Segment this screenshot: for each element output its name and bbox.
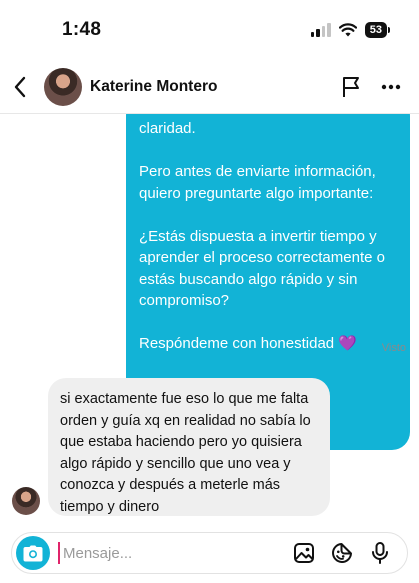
- chevron-left-icon: [14, 76, 26, 97]
- chat-header: Katerine Montero: [0, 60, 419, 114]
- gallery-button[interactable]: [285, 535, 323, 571]
- status-bar: 1:48 53: [0, 0, 419, 60]
- signal-icon: [310, 23, 331, 37]
- flag-icon: [343, 76, 359, 97]
- image-icon: [294, 543, 314, 563]
- sender-avatar[interactable]: [12, 487, 40, 515]
- seen-status: Visto: [381, 342, 406, 354]
- message-text: ¿Estás dispuesta a invertir tiempo y apr…: [139, 227, 385, 310]
- microphone-icon: [372, 542, 388, 564]
- report-button[interactable]: [331, 67, 371, 107]
- message-text: Respóndeme con honestidad 💜: [139, 335, 357, 352]
- sticker-button[interactable]: [323, 535, 361, 571]
- status-icons: 53: [310, 22, 391, 38]
- sticker-icon: [332, 543, 352, 563]
- contact-avatar[interactable]: [44, 67, 82, 106]
- camera-button[interactable]: [16, 536, 50, 570]
- more-icon: [381, 84, 401, 89]
- message-list[interactable]: claridad. Pero antes de enviarte informa…: [0, 114, 419, 534]
- back-button[interactable]: [0, 60, 44, 114]
- message-composer: [11, 532, 408, 574]
- contact-name[interactable]: Katerine Montero: [90, 78, 331, 96]
- message-input[interactable]: [58, 542, 285, 564]
- wifi-icon: [338, 23, 357, 37]
- incoming-message[interactable]: si exactamente fue eso lo que me falta o…: [48, 378, 330, 516]
- message-text: Pero antes de enviarte información, quie…: [139, 163, 376, 202]
- voice-button[interactable]: [361, 535, 399, 571]
- battery-indicator: 53: [364, 22, 391, 38]
- more-options-button[interactable]: [371, 67, 411, 107]
- message-text: si exactamente fue eso lo que me falta o…: [60, 391, 311, 515]
- camera-icon: [23, 545, 43, 561]
- message-text: claridad.: [139, 120, 196, 137]
- status-time: 1:48: [62, 19, 102, 40]
